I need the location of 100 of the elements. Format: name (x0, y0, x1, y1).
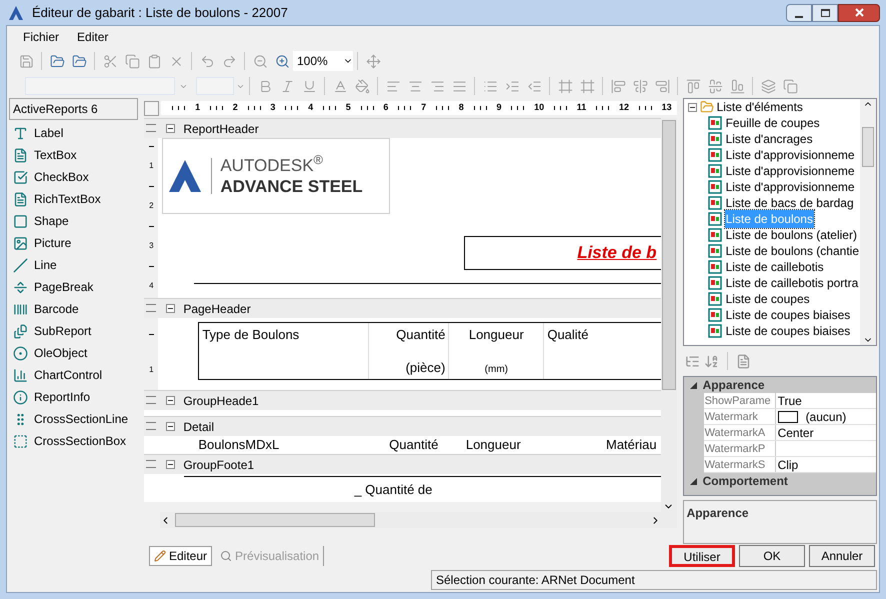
toolbox-item[interactable]: SubReport (9, 320, 138, 342)
toolbox-item[interactable]: Line (9, 254, 138, 276)
ruler-number: 5 (346, 101, 351, 114)
toolbox-item[interactable]: ReportInfo (9, 386, 138, 408)
property-name[interactable]: ShowParame (704, 393, 776, 408)
tree-item[interactable]: Liste d'ancrages (724, 130, 814, 148)
ruler-number: 9 (496, 101, 502, 114)
dialog-button[interactable]: OK (739, 545, 805, 567)
property-value[interactable]: Clip (778, 456, 798, 474)
scroll-thumb[interactable] (862, 127, 874, 167)
property-pages-icon[interactable] (736, 354, 751, 368)
vertical-scrollbar[interactable] (660, 118, 677, 512)
category-row[interactable]: Apparence (684, 377, 876, 393)
collapse-icon[interactable] (166, 460, 176, 469)
toolbox-item[interactable]: ChartControl (9, 364, 138, 386)
report-icon (708, 276, 722, 290)
window-title: Éditeur de gabarit : Liste de boulons - 22007 (32, 4, 288, 22)
property-value[interactable]: True (778, 392, 802, 410)
close-icon (854, 8, 864, 17)
dialog-button[interactable]: Utiliser (669, 545, 735, 567)
view-tab[interactable]: Editeur (149, 546, 212, 566)
section-header[interactable]: GroupFoote1 (144, 454, 661, 474)
section-handle-icon[interactable] (146, 396, 156, 404)
field-label: BoulonsMDxL (198, 436, 280, 454)
sort-az-icon[interactable] (704, 354, 719, 368)
maximize-button[interactable] (812, 4, 838, 22)
toolbox-item[interactable]: PageBreak (9, 276, 138, 298)
tree-item[interactable]: Liste de caillebotis (724, 258, 825, 276)
column-unit: (pièce) (406, 358, 446, 377)
ruler-number: 1 (149, 162, 154, 170)
field-label: Quantité (388, 436, 438, 454)
tree-item[interactable]: Liste d'approvisionneme (724, 146, 856, 164)
dialog-button[interactable]: Annuler (809, 545, 875, 567)
tree-item[interactable]: Liste de coupes (724, 290, 811, 308)
triangle-icon[interactable] (690, 478, 697, 484)
property-value[interactable]: (aucun) (806, 408, 846, 426)
column-header: Longueur (468, 326, 524, 344)
section-header[interactable]: PageHeader (144, 298, 661, 318)
menu-item[interactable]: Fichier (23, 28, 60, 46)
ruler-number: 4 (149, 282, 154, 290)
toolbox-item[interactable]: CrossSectionBox (9, 430, 138, 452)
toolbox-item[interactable]: OleObject (9, 342, 138, 364)
collapse-icon[interactable] (166, 396, 176, 405)
ruler-number: 12 (618, 101, 629, 114)
tree-item[interactable]: Liste de caillebotis portra (724, 274, 860, 292)
tree-item[interactable]: Liste d'éléments (688, 99, 860, 115)
menu-item[interactable]: Editer (77, 28, 108, 46)
property-name[interactable]: WatermarkA (704, 425, 776, 440)
toolbox-item[interactable]: RichTextBox (9, 188, 138, 210)
toolbox-item[interactable]: Label (9, 122, 138, 144)
zoom-dropdown[interactable]: 100% (293, 51, 353, 71)
tree-item[interactable]: Liste d'approvisionneme (724, 178, 856, 196)
status-bar: Sélection courante: ARNet Document (431, 570, 877, 590)
section-handle-icon[interactable] (146, 422, 156, 430)
section-handle-icon[interactable] (146, 460, 156, 468)
scroll-thumb[interactable] (662, 120, 676, 390)
logo-icon (167, 158, 204, 194)
description-title: Apparence (686, 506, 749, 520)
report-icon (708, 292, 722, 306)
toolbox-item[interactable]: CrossSectionLine (9, 408, 138, 430)
tree-item[interactable]: Liste de bacs de bardag (724, 194, 855, 212)
collapse-icon[interactable] (166, 124, 176, 133)
category-row[interactable]: Comportement (684, 473, 876, 489)
toolbox-item[interactable]: Barcode (9, 298, 138, 320)
property-value[interactable]: Center (778, 424, 814, 442)
collapse-icon[interactable] (688, 102, 697, 112)
scroll-thumb[interactable] (175, 513, 376, 527)
ruler-number: 7 (421, 101, 426, 114)
column-header: Type de Boulons (202, 326, 300, 344)
collapse-icon[interactable] (166, 304, 176, 313)
section-handle-icon[interactable] (146, 304, 156, 312)
tree-item[interactable]: Liste de coupes biaises (724, 322, 852, 340)
property-name[interactable]: Watermark (704, 409, 776, 424)
property-name[interactable]: WatermarkS (704, 457, 776, 472)
toolbox-item[interactable]: CheckBox (9, 166, 138, 188)
triangle-icon[interactable] (690, 382, 697, 388)
minimize-button[interactable] (786, 4, 812, 22)
toolbox-item[interactable]: Shape (9, 210, 138, 232)
column-header: Qualité (547, 326, 590, 344)
toolbox-item[interactable]: TextBox (9, 144, 138, 166)
report-icon (708, 212, 722, 226)
ruler-number: 2 (149, 202, 154, 210)
tree-item[interactable]: Liste de boulons (atelier) (724, 226, 858, 244)
toolbox-item[interactable]: Picture (9, 232, 138, 254)
section-handle-icon[interactable] (146, 124, 156, 132)
section-header[interactable]: Detail (144, 416, 661, 436)
picture-icon (13, 236, 28, 250)
categorized-icon[interactable] (684, 354, 700, 368)
tree-item[interactable]: Liste d'approvisionneme (724, 162, 856, 180)
tree-item[interactable]: Liste de boulons (chantie (724, 242, 860, 260)
horizontal-scrollbar[interactable] (160, 512, 677, 528)
close-button[interactable] (838, 4, 880, 22)
report-icon (708, 308, 722, 322)
section-header[interactable]: ReportHeader (144, 118, 661, 138)
app-logo-icon (8, 4, 24, 20)
section-header[interactable]: GroupHeade1 (144, 390, 661, 410)
tree-item[interactable]: Liste de coupes biaises (724, 306, 852, 324)
report-icon (708, 148, 722, 162)
tree-item[interactable]: Feuille de coupes (724, 114, 821, 132)
collapse-icon[interactable] (166, 422, 176, 431)
